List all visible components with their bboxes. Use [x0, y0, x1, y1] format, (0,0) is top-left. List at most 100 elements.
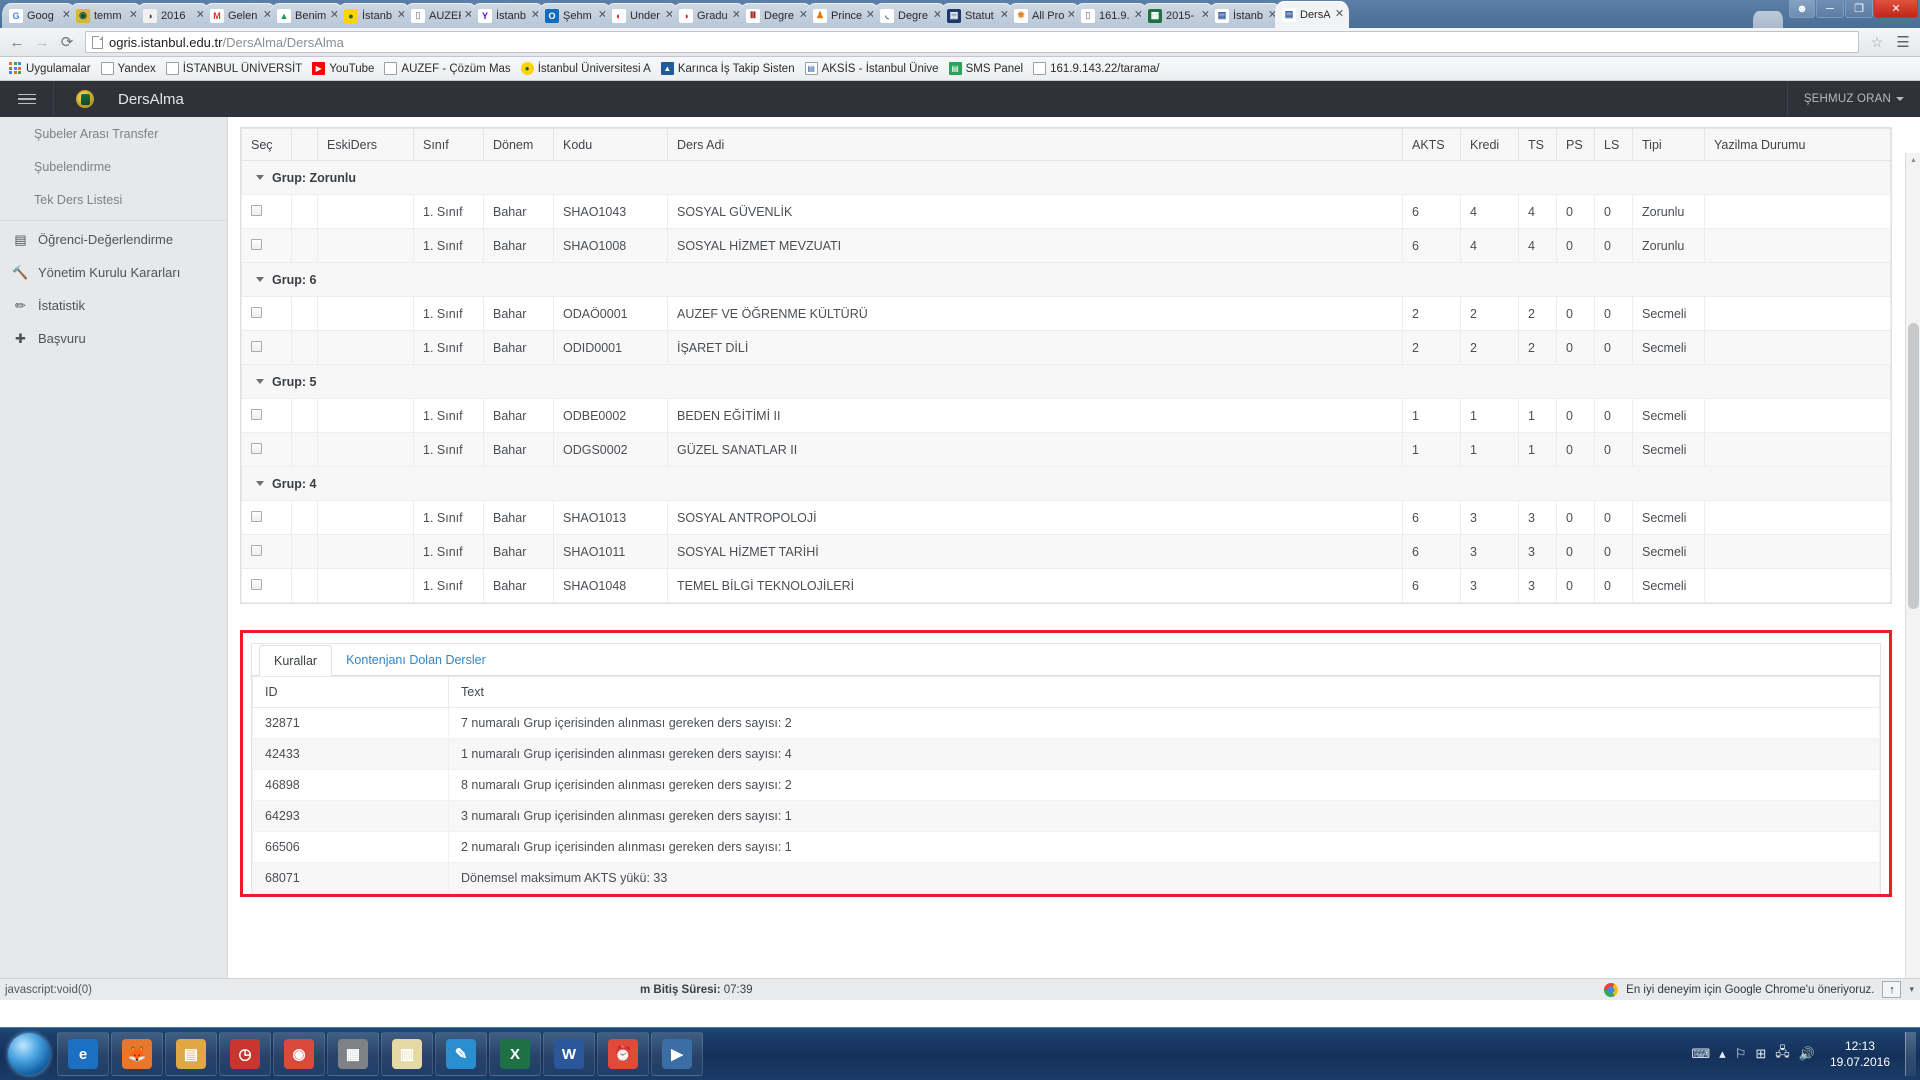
- sidebar-subitem[interactable]: Tek Ders Listesi: [0, 183, 227, 216]
- browser-tab[interactable]: ▲ Benim ✕: [270, 3, 344, 28]
- chrome-menu-icon[interactable]: ☰: [1892, 31, 1914, 53]
- sidebar-item-y-netim-kurulu-kararlar[interactable]: 🔨 Yönetim Kurulu Kararları: [0, 256, 227, 289]
- browser-tab[interactable]: ◑ 2016 ✕: [136, 3, 210, 28]
- bookmark-item[interactable]: AUZEF - Çözüm Mas: [379, 59, 515, 79]
- course-row[interactable]: 1. Sınıf Bahar ODBE0002 BEDEN EĞİTİMİ II 1 1 1…: [241, 398, 1891, 433]
- network-icon[interactable]: 🖧: [1775, 1043, 1790, 1065]
- course-group-row[interactable]: Grup: Zorunlu: [241, 160, 1891, 195]
- browser-tab[interactable]: ◉ temm ✕: [69, 3, 143, 28]
- bookmark-item[interactable]: ▲ Karınca İş Takip Sisten: [656, 59, 800, 79]
- course-column-header[interactable]: Dönem: [483, 128, 554, 161]
- browser-tab[interactable]: G Goog ✕: [2, 3, 76, 28]
- user-switch-button[interactable]: ☻: [1789, 0, 1815, 18]
- collapse-triangle-icon[interactable]: [256, 378, 264, 384]
- course-select-cell[interactable]: [241, 534, 292, 569]
- course-select-cell[interactable]: [241, 228, 292, 263]
- browser-tab[interactable]: M Gelen ✕: [203, 3, 277, 28]
- course-checkbox[interactable]: [251, 510, 262, 522]
- volume-icon[interactable]: 🔊: [1799, 1046, 1815, 1062]
- bookmark-item[interactable]: Yandex: [96, 59, 161, 79]
- browser-tab[interactable]: ◟ Degre ✕: [873, 3, 947, 28]
- sidebar-item-i-statistik[interactable]: ✏ İstatistik: [0, 289, 227, 322]
- bookmark-star-icon[interactable]: ☆: [1866, 31, 1888, 53]
- show-desktop-button[interactable]: [1905, 1032, 1916, 1076]
- bookmark-item[interactable]: ▶ YouTube: [307, 59, 379, 79]
- page-scrollbar[interactable]: ▲ ▼: [1905, 153, 1920, 1000]
- taskbar-app-clock-app[interactable]: ◷: [219, 1032, 271, 1076]
- course-column-header[interactable]: Ders Adi: [667, 128, 1403, 161]
- course-column-header[interactable]: [291, 128, 318, 161]
- course-select-cell[interactable]: [241, 500, 292, 535]
- course-row[interactable]: 1. Sınıf Bahar SHAO1048 TEMEL BİLGİ TEKNOLO…: [241, 568, 1891, 603]
- course-group-row[interactable]: Grup: 4: [241, 466, 1891, 501]
- course-row[interactable]: 1. Sınıf Bahar ODGS0002 GÜZEL SANATLAR II 1 1…: [241, 432, 1891, 467]
- browser-tab[interactable]: ● İstanb ✕: [337, 3, 411, 28]
- taskbar-app-explorer-folder[interactable]: ▤: [165, 1032, 217, 1076]
- close-button[interactable]: ✕: [1874, 0, 1918, 18]
- clock[interactable]: 12:13 19.07.2016: [1824, 1038, 1896, 1070]
- sidebar-subitem[interactable]: Şubeler Arası Transfer: [0, 117, 227, 150]
- windows-update-icon[interactable]: ⊞: [1755, 1046, 1766, 1062]
- address-bar[interactable]: ogris.istanbul.edu.tr /DersAlma/DersAlma: [85, 31, 1859, 53]
- course-select-cell[interactable]: [241, 296, 292, 331]
- browser-tab[interactable]: ▯AUZEF✕: [404, 3, 478, 28]
- course-checkbox[interactable]: [251, 578, 262, 590]
- bookmark-item[interactable]: ▤ AKSİS - İstanbul Ünive: [800, 59, 944, 79]
- course-select-cell[interactable]: [241, 568, 292, 603]
- course-checkbox[interactable]: [251, 306, 262, 318]
- taskbar-app-paint-brush[interactable]: ✎: [435, 1032, 487, 1076]
- promo-expand-button[interactable]: ↑: [1882, 981, 1902, 998]
- course-group-row[interactable]: Grup: 5: [241, 364, 1891, 399]
- collapse-triangle-icon[interactable]: [256, 174, 264, 180]
- taskbar-app-internet-explorer[interactable]: e: [57, 1032, 109, 1076]
- tab-close-icon[interactable]: ✕: [1334, 9, 1345, 20]
- browser-tab[interactable]: ▤ DersA ✕: [1275, 1, 1349, 28]
- bookmark-item[interactable]: ▤ SMS Panel: [944, 59, 1029, 79]
- course-group-row[interactable]: Grup: 6: [241, 262, 1891, 297]
- rules-column-header[interactable]: ID: [252, 676, 449, 708]
- course-select-cell[interactable]: [241, 398, 292, 433]
- course-checkbox[interactable]: [251, 442, 262, 454]
- course-column-header[interactable]: EskiDers: [317, 128, 414, 161]
- forward-icon[interactable]: →: [31, 31, 53, 53]
- collapse-triangle-icon[interactable]: [256, 480, 264, 486]
- browser-tab[interactable]: Y İstanb ✕: [471, 3, 545, 28]
- browser-tab[interactable]: ▯ 161.9. ✕: [1074, 3, 1148, 28]
- course-row[interactable]: 1. Sınıf Bahar SHAO1008 SOSYAL HİZMET MEVZU…: [241, 228, 1891, 263]
- browser-tab[interactable]: ▤ İstanb ✕: [1208, 3, 1282, 28]
- sidebar-item-ba-vuru[interactable]: ✚ Başvuru: [0, 322, 227, 355]
- taskbar-app-alarm[interactable]: ⏰: [597, 1032, 649, 1076]
- promo-dismiss-icon[interactable]: ▾: [1909, 984, 1914, 995]
- sidebar-item-renci-de-erlendirme[interactable]: ▤ Öğrenci-Değerlendirme: [0, 223, 227, 256]
- scroll-up-arrow-icon[interactable]: ▲: [1906, 153, 1920, 168]
- browser-tab[interactable]: ▤ Statut ✕: [940, 3, 1014, 28]
- course-column-header[interactable]: AKTS: [1402, 128, 1461, 161]
- browser-tab[interactable]: ▦ 2015- ✕: [1141, 3, 1215, 28]
- course-column-header[interactable]: Tipi: [1632, 128, 1705, 161]
- course-row[interactable]: 1. Sınıf Bahar SHAO1013 SOSYAL ANTROPOLOJİ 6…: [241, 500, 1891, 535]
- course-checkbox[interactable]: [251, 238, 262, 250]
- course-row[interactable]: 1. Sınıf Bahar SHAO1011 SOSYAL HİZMET TARİH…: [241, 534, 1891, 569]
- sidebar-subitem[interactable]: Şubelendirme: [0, 150, 227, 183]
- course-select-cell[interactable]: [241, 330, 292, 365]
- bookmark-item[interactable]: ● İstanbul Üniversitesi A: [516, 59, 656, 79]
- course-column-header[interactable]: Sınıf: [413, 128, 484, 161]
- taskbar-app-chrome[interactable]: ◉: [273, 1032, 325, 1076]
- course-checkbox[interactable]: [251, 544, 262, 556]
- minimize-button[interactable]: ─: [1816, 0, 1844, 18]
- browser-tab[interactable]: O Şehm ✕: [538, 3, 612, 28]
- rules-tab-kontenjan-dolan-dersler[interactable]: Kontenjanı Dolan Dersler: [332, 644, 500, 675]
- course-column-header[interactable]: Seç: [241, 128, 292, 161]
- course-column-header[interactable]: Kodu: [553, 128, 668, 161]
- course-column-header[interactable]: LS: [1594, 128, 1633, 161]
- taskbar-app-media-player[interactable]: ▶: [651, 1032, 703, 1076]
- reload-icon[interactable]: ⟳: [56, 31, 78, 53]
- scrollbar-thumb[interactable]: [1908, 323, 1919, 609]
- back-icon[interactable]: ←: [6, 31, 28, 53]
- rules-tab-kurallar[interactable]: Kurallar: [259, 645, 333, 676]
- start-button[interactable]: [2, 1029, 56, 1079]
- taskbar-app-word[interactable]: W: [543, 1032, 595, 1076]
- course-column-header[interactable]: PS: [1556, 128, 1595, 161]
- taskbar-app-excel[interactable]: X: [489, 1032, 541, 1076]
- course-checkbox[interactable]: [251, 204, 262, 216]
